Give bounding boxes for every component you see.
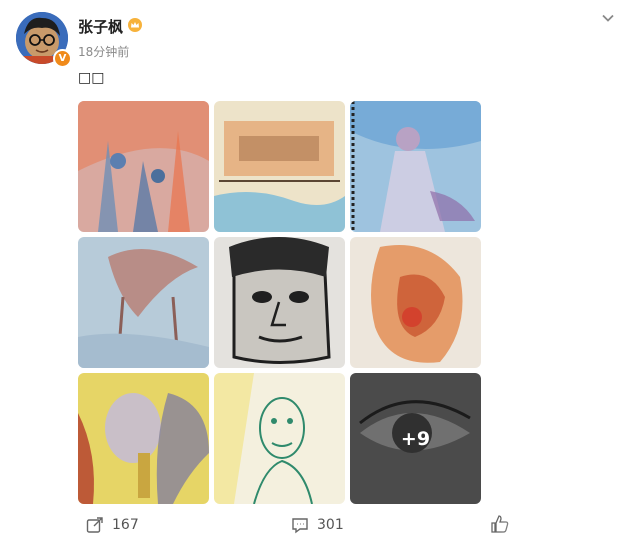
image-thumbnail-6[interactable] [350,237,481,368]
image-thumbnail-9[interactable]: +9 [350,373,481,504]
image-thumbnail-2[interactable] [214,101,345,232]
image-thumbnail-4[interactable] [78,237,209,368]
image-thumbnail-7[interactable] [78,373,209,504]
post-text: □□ [78,70,105,86]
comment-count: 301 [317,517,344,533]
image-thumbnail-3[interactable] [350,101,481,232]
chevron-down-icon[interactable] [600,10,616,26]
verified-badge: V [53,49,72,68]
comment-icon [292,518,308,534]
crown-icon [128,18,142,32]
more-images-count[interactable]: +9 [350,373,481,504]
share-icon [86,517,103,533]
image-thumbnail-5[interactable] [214,237,345,368]
comment-button[interactable]: 301 [291,516,344,534]
author-name[interactable]: 张子枫 [78,16,123,37]
image-thumbnail-8[interactable] [214,373,345,504]
weibo-post-card: V 张子枫 18分钟前 □□ +9 167 301 [0,0,638,546]
image-thumbnail-1[interactable] [78,101,209,232]
post-time[interactable]: 18分钟前 [78,43,129,60]
share-button[interactable]: 167 [86,516,139,534]
toolbar-fade-overlay [500,508,638,546]
share-count: 167 [112,517,139,533]
